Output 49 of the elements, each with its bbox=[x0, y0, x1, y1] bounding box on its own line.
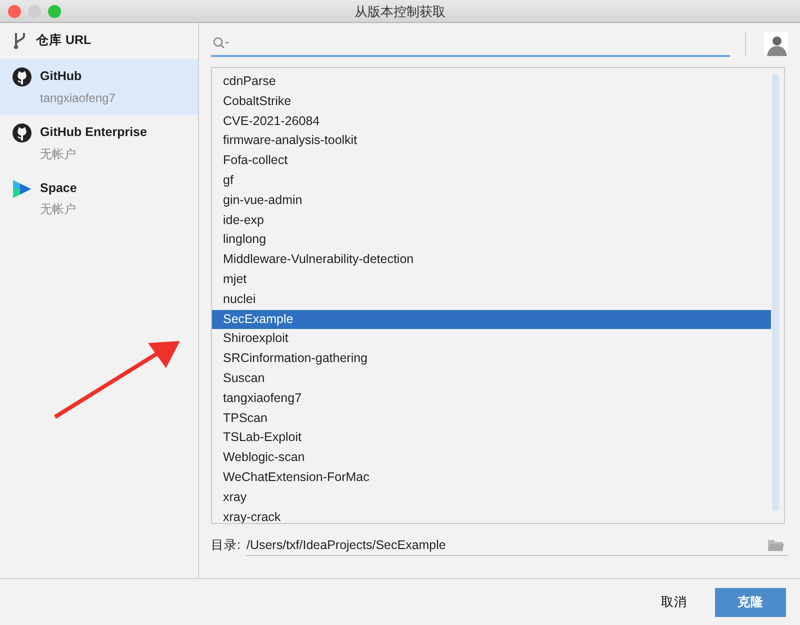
item-title: GitHub bbox=[40, 68, 83, 85]
branch-icon bbox=[12, 31, 28, 51]
repository-row[interactable]: Weblogic-scan bbox=[212, 448, 771, 468]
repository-row[interactable]: cdnParse bbox=[212, 72, 771, 92]
item-title: 仓库 URL bbox=[36, 32, 92, 49]
directory-field[interactable]: /Users/txf/IdeaProjects/SecExample bbox=[246, 534, 788, 556]
repository-row[interactable]: Fofa-collect bbox=[212, 151, 771, 171]
repository-row[interactable]: TSLab-Exploit bbox=[212, 428, 771, 448]
sidebar-item[interactable]: GitHub Enterprise 无帐户 bbox=[0, 114, 198, 170]
sidebar-item[interactable]: Space 无帐户 bbox=[0, 170, 198, 226]
repository-row[interactable]: WeChatExtension-ForMac bbox=[212, 468, 771, 488]
repository-row[interactable]: linglong bbox=[212, 230, 771, 250]
repository-row[interactable]: SecExample bbox=[212, 310, 771, 330]
cat-logo-icon bbox=[12, 122, 32, 143]
repository-row[interactable]: Suscan bbox=[212, 368, 771, 389]
repository-row[interactable]: CVE-2021-26084 bbox=[212, 112, 771, 132]
repository-row[interactable]: Shiroexploit bbox=[212, 329, 771, 350]
item-subtitle: 无帐户 bbox=[40, 201, 77, 218]
sidebar-item[interactable]: 仓库 URL bbox=[0, 23, 198, 59]
repository-row[interactable]: xray bbox=[212, 488, 771, 508]
item-subtitle: 无帐户 bbox=[40, 146, 77, 162]
item-subtitle: tangxiaofeng7 bbox=[40, 90, 116, 107]
avatar-icon[interactable] bbox=[764, 32, 788, 56]
repository-row[interactable]: gin-vue-admin bbox=[212, 190, 771, 211]
folder-icon[interactable] bbox=[768, 538, 784, 550]
repository-row[interactable]: nuclei bbox=[212, 290, 771, 310]
repository-row[interactable]: firmware-analysis-toolkit bbox=[212, 131, 771, 152]
repository-row[interactable]: TPScan bbox=[212, 408, 771, 428]
window-title: 从版本控制获取 bbox=[354, 4, 446, 19]
close-button[interactable] bbox=[8, 5, 21, 18]
directory-label: 目录: bbox=[211, 536, 240, 554]
zoom-button[interactable] bbox=[48, 5, 61, 18]
repository-row[interactable]: tangxiaofeng7 bbox=[212, 388, 771, 409]
cancel-button[interactable]: 取消 bbox=[647, 586, 701, 618]
repository-row[interactable]: CobaltStrike bbox=[212, 92, 771, 112]
repository-row[interactable]: ide-exp bbox=[212, 210, 771, 230]
repository-row[interactable]: Middleware-Vulnerability-detection bbox=[212, 250, 771, 270]
repository-row[interactable]: mjet bbox=[212, 270, 771, 290]
triangle-logo-icon bbox=[12, 178, 32, 198]
sidebar-item[interactable]: GitHub tangxiaofeng7 bbox=[0, 59, 198, 115]
repository-row[interactable]: SRCinformation-gathering bbox=[212, 349, 771, 369]
repository-row[interactable]: xray-crack bbox=[212, 508, 771, 523]
scrollbar[interactable] bbox=[772, 74, 779, 511]
item-title: GitHub Enterprise bbox=[40, 124, 147, 141]
item-title: Space bbox=[40, 180, 77, 197]
repository-row[interactable]: gf bbox=[212, 170, 771, 191]
search-icon bbox=[213, 37, 231, 49]
cat-logo-icon bbox=[12, 67, 32, 87]
clone-button[interactable]: 克隆 bbox=[715, 588, 786, 616]
